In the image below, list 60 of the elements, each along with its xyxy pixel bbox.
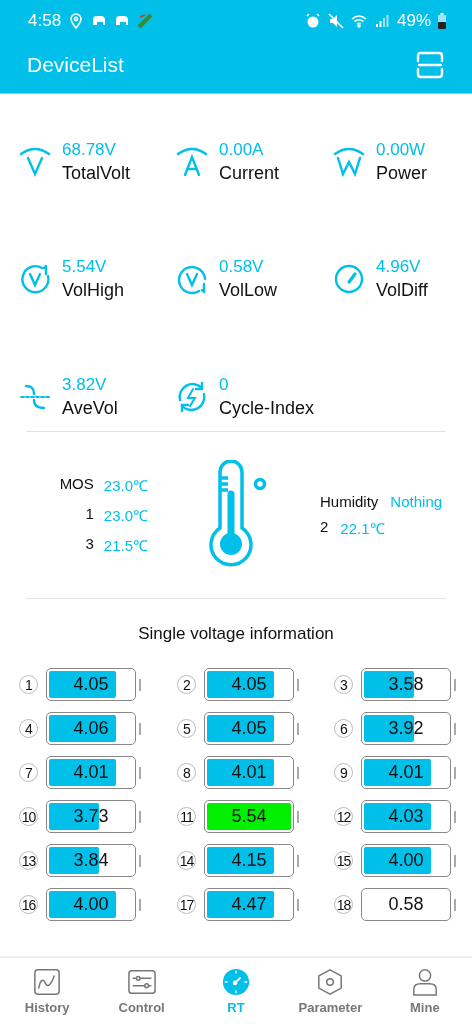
chart-icon [33,967,62,996]
wifi-icon [350,13,367,29]
cell-voltage: 4.05 [230,673,268,696]
metric-label: AveVol [62,398,118,420]
metric-label: Current [219,162,280,184]
metric-value: 68.78V [62,139,117,160]
humidity-value: Nothing [390,492,443,510]
cell-voltage: 4.03 [387,805,425,828]
metric-value: 0 [219,375,230,396]
alarm-icon [304,13,321,29]
app-title: DeviceList [27,53,124,77]
humidity-label: Humidity [320,492,379,510]
person-icon [410,967,439,996]
location-icon [68,13,85,29]
metric-label: TotalVolt [62,162,131,184]
hexagon-icon [316,967,345,996]
temperature-value: 23.0℃ [103,506,148,525]
mute-icon [327,13,344,29]
metric-label: Cycle-Index [219,398,315,420]
gauge-icon [222,967,250,996]
sensor-label: 1 [85,505,94,524]
cell-voltage: 4.47 [230,893,268,916]
metric-value: 3.82V [62,375,108,396]
nav-tab[interactable]: Mine [377,958,472,1024]
metric-value: 5.54V [62,257,108,278]
section-title: Single voltage information [137,624,335,644]
cell-voltage: 4.05 [72,673,110,696]
cell-voltage: 4.01 [72,761,110,784]
metric-value: 0.00A [219,139,265,160]
cell-voltage: 4.05 [230,717,268,740]
signal-icon [373,13,390,29]
nav-tab[interactable]: Parameter [283,958,378,1024]
sensor-label: 2 [320,517,329,537]
cell-voltage: 4.00 [387,849,425,872]
metric-value: 0.00W [376,139,427,160]
cell-voltage: 4.01 [230,761,268,784]
sensor-label: MOS [59,475,94,494]
cell-voltage: 4.06 [72,717,110,740]
nav-tab[interactable]: Control [94,958,189,1024]
cell-voltage: 0.58 [387,893,425,916]
temperature-value: 22.1℃ [340,518,385,538]
metric-label: Power [376,162,428,184]
sensor-label: 3 [85,535,94,554]
cell-voltage: 5.54 [230,805,268,828]
cell-voltage: 4.15 [230,849,268,872]
nav-tab[interactable]: History [0,958,95,1024]
sliders-icon [127,967,156,996]
scan-icon[interactable] [416,51,444,79]
metric-value: 0.58V [219,257,265,278]
status-time: 4:58 [28,11,62,31]
battery-percent: 49% [396,11,431,31]
cell-voltage: 4.00 [72,893,110,916]
metric-label: VolDiff [376,280,428,302]
battery-icon [438,13,446,29]
metric-value: 4.96V [376,257,422,278]
metric-label: VolHigh [62,280,125,302]
cell-voltage: 4.01 [387,761,425,784]
temperature-value: 23.0℃ [103,476,148,495]
metric-label: VolLow [219,280,278,302]
temperature-value: 21.5℃ [103,536,148,555]
